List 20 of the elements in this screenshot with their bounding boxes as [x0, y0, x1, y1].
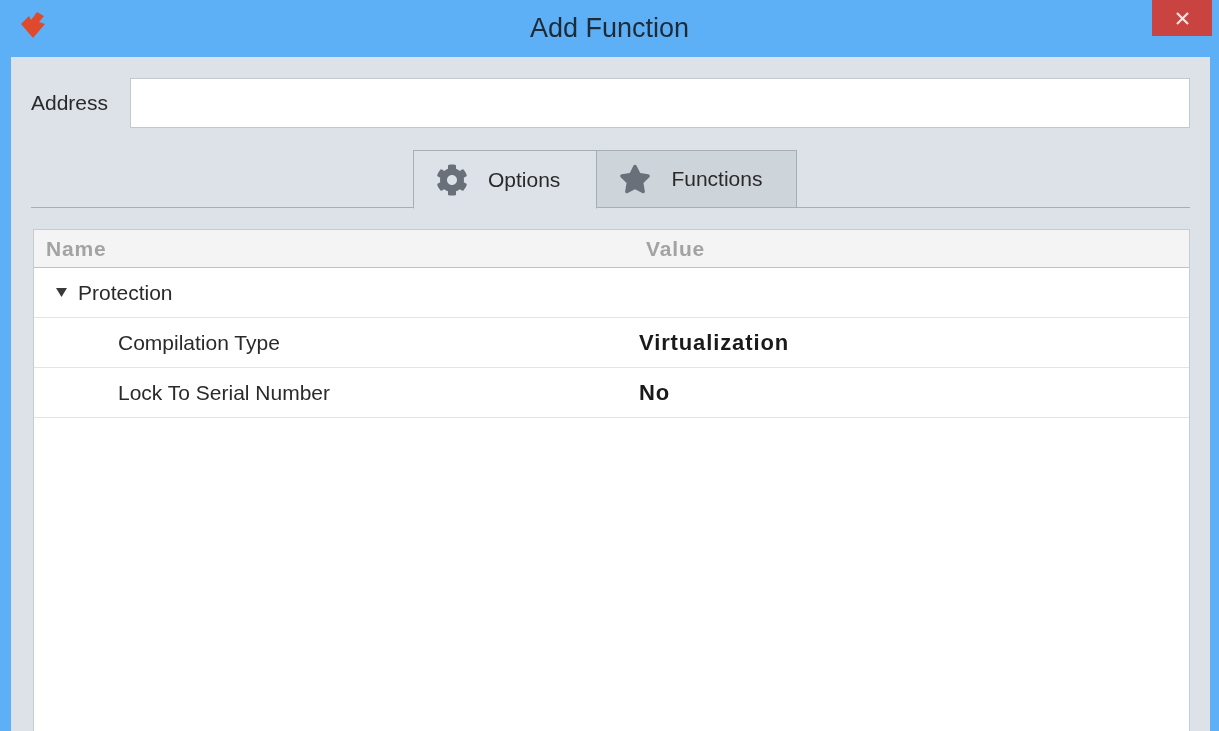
address-field[interactable]	[130, 78, 1190, 128]
close-button[interactable]	[1152, 0, 1212, 36]
address-label: Address	[31, 90, 110, 117]
column-header: Name	[45, 235, 108, 262]
tab[interactable]: Functions	[597, 150, 798, 208]
star-icon	[619, 163, 652, 195]
property-name: Lock To Serial Number	[117, 379, 332, 406]
property-row[interactable]: Lock To Serial Number No	[34, 368, 1189, 418]
tab[interactable]: Options	[413, 150, 598, 209]
expanded-triangle-icon[interactable]	[56, 287, 67, 298]
column-header: Value	[645, 235, 706, 262]
property-row[interactable]: Compilation Type Virtualization	[34, 318, 1189, 368]
group-row[interactable]: Protection	[34, 268, 1189, 318]
group-name: Protection	[78, 279, 173, 306]
property-name: Compilation Type	[117, 329, 281, 356]
window-title: Add Function	[529, 15, 690, 42]
property-value: No	[638, 379, 671, 407]
gear-icon	[436, 163, 468, 196]
close-icon	[1175, 11, 1189, 25]
property-value: Virtualization	[638, 329, 790, 357]
